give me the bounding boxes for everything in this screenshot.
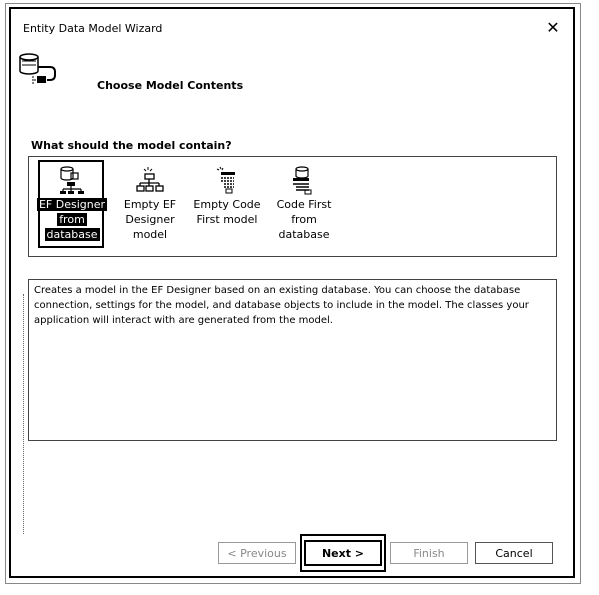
code-first-from-database-icon <box>293 166 312 195</box>
choice-label-line: from <box>291 213 317 226</box>
cancel-button[interactable]: Cancel <box>475 542 553 564</box>
close-icon[interactable]: ✕ <box>543 18 563 38</box>
question-label: What should the model contain? <box>31 139 232 152</box>
window-title: Entity Data Model Wizard <box>23 22 163 35</box>
choice-code-first-from-database[interactable]: Code First from database <box>267 157 341 257</box>
choice-label: EF Designer from database <box>35 197 109 242</box>
choice-ef-designer-from-database[interactable]: EF Designer from database <box>35 157 109 257</box>
choice-label-line: model <box>132 228 168 241</box>
choice-label-line: database <box>44 228 100 241</box>
title-bar[interactable]: Entity Data Model Wizard ✕ <box>11 9 573 49</box>
choice-label: Code First from database <box>267 197 341 242</box>
choice-description: Creates a model in the EF Designer based… <box>28 279 557 441</box>
choice-label-line: EF Designer <box>36 198 108 211</box>
empty-ef-designer-icon <box>136 167 164 192</box>
choice-label: Empty EF Designer model <box>113 197 187 242</box>
model-choices-list: EF Designer from database Empty EF Desig… <box>28 156 557 257</box>
choice-label-line: Empty EF <box>123 198 177 211</box>
choice-label-line: First model <box>196 213 258 226</box>
choice-label-line: database <box>278 228 330 241</box>
choice-label-line: Designer <box>125 213 175 226</box>
choice-label-line: Code First <box>276 198 332 211</box>
dotted-divider <box>23 294 25 534</box>
choice-empty-code-first-model[interactable]: Empty Code First model <box>190 157 264 257</box>
choice-label-line: Empty Code <box>193 198 261 211</box>
finish-button[interactable]: Finish <box>390 542 468 564</box>
database-wizard-icon <box>19 53 56 84</box>
choice-label-line: from <box>57 213 87 226</box>
page-title: Choose Model Contents <box>97 79 244 92</box>
choice-label: Empty Code First model <box>190 197 264 227</box>
ef-designer-from-database-icon <box>60 166 84 194</box>
previous-button[interactable]: < Previous <box>218 542 296 564</box>
next-button[interactable]: Next > <box>304 540 382 566</box>
choice-empty-ef-designer-model[interactable]: Empty EF Designer model <box>113 157 187 257</box>
empty-code-first-icon <box>216 166 235 194</box>
wizard-window: Entity Data Model Wizard ✕ Choose Model … <box>9 7 575 578</box>
